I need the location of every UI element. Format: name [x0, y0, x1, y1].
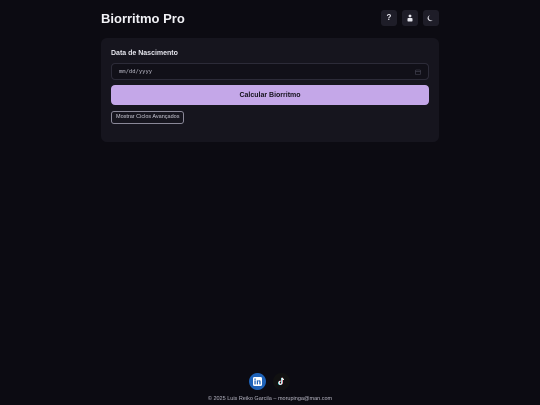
profile-button[interactable] — [402, 10, 418, 26]
help-icon: ? — [386, 13, 392, 22]
footer-copyright: © 2025 Luis Reiko Garcila – moruping​a@m… — [207, 396, 333, 402]
moon-icon — [427, 15, 433, 22]
header-actions: ? — [381, 10, 439, 26]
social-links — [249, 373, 290, 390]
birth-date-placeholder: mm/dd/yyyy — [119, 68, 153, 75]
calendar-icon[interactable] — [415, 69, 421, 75]
birth-date-label: Data de Nascimento — [111, 50, 178, 57]
app-title: Biorritmo Pro — [101, 10, 185, 26]
help-button[interactable]: ? — [381, 10, 397, 26]
birth-date-input[interactable]: mm/dd/yyyy — [111, 63, 429, 80]
show-advanced-cycles-button[interactable]: Mostrar Ciclos Avançados — [111, 111, 185, 124]
person-icon — [407, 14, 413, 22]
theme-toggle-button[interactable] — [423, 10, 439, 26]
linkedin-link[interactable] — [249, 373, 266, 390]
biorhythm-form-card: Data de Nascimento mm/dd/yyyy Calcular B… — [101, 38, 439, 142]
tiktok-link[interactable] — [273, 373, 290, 390]
calculate-biorhythm-button[interactable]: Calcular Biorritmo — [111, 85, 429, 105]
app-header: Biorritmo Pro ? — [101, 9, 439, 27]
linkedin-icon — [253, 377, 262, 386]
tiktok-icon — [278, 377, 285, 386]
